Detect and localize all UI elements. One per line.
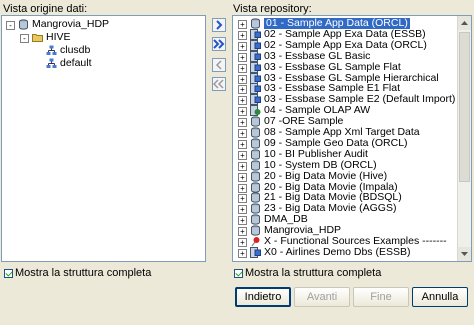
expand-toggle-icon[interactable]: + <box>238 118 247 128</box>
source-tree-node-label: HIVE <box>46 31 71 43</box>
folder-icon <box>32 32 43 43</box>
cube-db-icon <box>250 246 261 258</box>
expand-toggle-icon[interactable]: + <box>238 150 247 160</box>
back-button[interactable]: Indietro <box>235 287 291 307</box>
source-tree-node[interactable]: - HIVE <box>2 31 202 44</box>
expand-toggle-icon[interactable]: + <box>238 227 247 237</box>
scrollbar-thumb[interactable] <box>459 32 470 182</box>
collapse-toggle-icon[interactable]: - <box>6 21 15 30</box>
database-icon <box>250 116 261 127</box>
source-tree[interactable]: - Mangrovia_HDP - HIVE clusdb default <box>1 15 206 262</box>
repository-view-title: Vista repository: <box>233 3 312 15</box>
finish-button[interactable]: Fine <box>353 287 409 307</box>
source-tree-node[interactable]: default <box>2 57 202 70</box>
database-icon <box>250 225 261 236</box>
source-tree-node[interactable]: clusdb <box>2 44 202 57</box>
right-full-structure-checkbox[interactable] <box>234 269 243 278</box>
database-icon <box>250 181 261 193</box>
double-chevron-left-icon <box>213 79 224 89</box>
left-full-structure-label: Mostra la struttura completa <box>15 267 152 279</box>
cube-db-icon <box>250 83 261 95</box>
double-chevron-right-icon <box>213 39 225 49</box>
database-icon <box>250 203 261 214</box>
cancel-button[interactable]: Annulla <box>412 287 468 307</box>
collapse-toggle-icon[interactable]: - <box>20 34 29 43</box>
source-view-title: Vista origine dati: <box>3 3 88 15</box>
expand-toggle-icon[interactable]: + <box>238 52 247 62</box>
schema-icon <box>46 45 57 56</box>
expand-toggle-icon[interactable]: + <box>238 216 247 226</box>
pin-icon <box>250 236 261 247</box>
cube-db-icon <box>250 94 261 106</box>
repository-item-label: 03 - Essbase GL Sample Flat <box>264 60 401 73</box>
database-icon <box>18 19 29 30</box>
chevron-right-icon <box>216 20 223 30</box>
expand-toggle-icon[interactable]: + <box>238 63 247 73</box>
source-tree-node-label: Mangrovia_HDP <box>32 18 110 30</box>
cube-db-icon <box>250 50 261 62</box>
cube-db-icon <box>250 39 261 51</box>
source-tree-node[interactable]: - Mangrovia_HDP <box>2 18 202 31</box>
expand-toggle-icon[interactable]: + <box>238 85 247 95</box>
next-button[interactable]: Avanti <box>294 287 350 307</box>
expand-toggle-icon[interactable]: + <box>238 129 247 138</box>
remove-all-button[interactable] <box>212 77 226 91</box>
right-full-structure-label: Mostra la struttura completa <box>245 267 382 279</box>
import-all-button[interactable] <box>212 37 226 51</box>
repository-tree[interactable]: +01 - Sample App Data (ORCL) +02 - Sample… <box>232 15 472 262</box>
expand-toggle-icon[interactable]: + <box>238 248 247 258</box>
left-full-structure-checkbox[interactable] <box>4 269 13 278</box>
expand-toggle-icon[interactable]: + <box>238 172 247 182</box>
database-icon <box>250 214 261 225</box>
expand-toggle-icon[interactable]: + <box>238 41 247 51</box>
repository-tree-item[interactable]: +03 - Essbase GL Sample Flat <box>233 60 455 73</box>
remove-button[interactable] <box>212 58 226 72</box>
expand-toggle-icon[interactable]: + <box>238 238 247 247</box>
olap-icon <box>250 105 261 117</box>
source-tree-node-label: default <box>60 57 92 69</box>
chevron-left-icon <box>215 60 222 70</box>
import-button[interactable] <box>212 18 226 32</box>
database-icon <box>250 160 261 171</box>
scroll-up-arrow[interactable] <box>458 16 471 30</box>
expand-toggle-icon[interactable]: + <box>238 194 247 204</box>
expand-toggle-icon[interactable]: + <box>238 205 247 215</box>
expand-toggle-icon[interactable]: + <box>238 183 247 193</box>
schema-icon <box>46 58 57 69</box>
cube-db-icon <box>250 72 261 84</box>
expand-toggle-icon[interactable]: + <box>238 20 247 29</box>
vertical-scrollbar[interactable] <box>457 16 471 261</box>
expand-toggle-icon[interactable]: + <box>238 96 247 106</box>
database-icon <box>250 149 261 160</box>
expand-toggle-icon[interactable]: + <box>238 107 247 117</box>
database-icon <box>250 192 261 203</box>
repository-item-label: X0 - Airlines Demo Dbs (ESSB) <box>264 245 411 258</box>
database-icon <box>250 170 261 182</box>
expand-toggle-icon[interactable]: + <box>238 30 247 40</box>
expand-toggle-icon[interactable]: + <box>238 161 247 171</box>
expand-toggle-icon[interactable]: + <box>238 74 247 84</box>
repository-item-label: 20 - Big Data Movie (Hive) <box>264 169 388 182</box>
repository-tree-item[interactable]: +20 - Big Data Movie (Hive) <box>233 169 455 182</box>
scroll-down-arrow[interactable] <box>458 247 471 261</box>
database-icon <box>250 138 261 149</box>
repository-tree-item[interactable]: + X0 - Airlines Demo Dbs (ESSB) <box>233 245 455 258</box>
expand-toggle-icon[interactable]: + <box>238 139 247 149</box>
cube-db-icon <box>250 61 261 73</box>
database-icon <box>250 127 261 138</box>
source-tree-node-label: clusdb <box>60 44 91 56</box>
cube-db-icon <box>250 28 261 40</box>
database-icon <box>250 18 261 29</box>
